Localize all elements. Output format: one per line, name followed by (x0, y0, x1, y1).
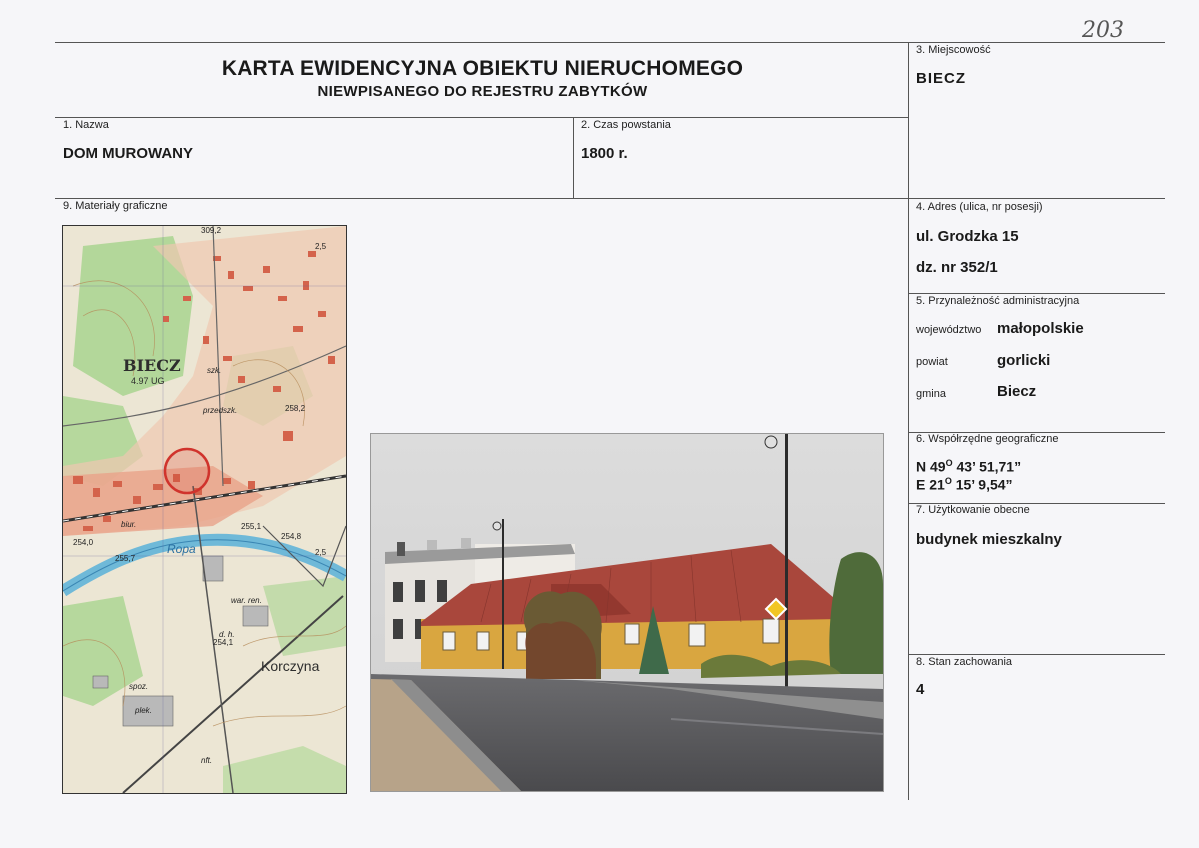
photo-graphic (371, 434, 883, 791)
admin-key-wojewodztwo: województwo (916, 324, 982, 336)
building-photo (370, 433, 884, 792)
address-street: ul. Grodzka 15 (916, 228, 1019, 245)
map-label-elevation: 255,7 (115, 554, 136, 563)
map-label-elevation: 258,2 (285, 404, 306, 413)
coordinate-east: E 21O 15’ 9,54” (916, 476, 1013, 493)
admin-key-gmina: gmina (916, 388, 946, 400)
field-label-miejscowosc: 3. Miejscowość (916, 44, 991, 56)
map-label-dh: d. h. (219, 630, 235, 639)
address-parcel: dz. nr 352/1 (916, 259, 998, 276)
map-graphic (63, 226, 346, 793)
field-value-uzytkowanie: budynek mieszkalny (916, 531, 1062, 548)
admin-value-gmina: Biecz (997, 383, 1037, 400)
map-label-war-ren: war. ren. (231, 596, 262, 605)
field-label-czas: 2. Czas powstania (581, 119, 671, 131)
map-label-plek: plek. (135, 706, 152, 715)
topographic-map: BIECZ 4.97 UG Korczyna Ropa 309,2 255,7 … (62, 225, 347, 794)
field-value-stan: 4 (916, 681, 925, 698)
card-subtitle: NIEWPISANEGO DO REJESTRU ZABYTKÓW (317, 83, 648, 100)
map-label-elevation: 255,1 (241, 522, 262, 531)
divider (908, 293, 1165, 294)
map-label-village: Korczyna (261, 658, 320, 674)
map-label-elevation: 254,1 (213, 638, 234, 647)
divider (55, 117, 908, 118)
map-label-school: szk. (207, 366, 222, 375)
field-label-stan: 8. Stan zachowania (916, 656, 1013, 668)
map-label-elevation: 2,5 (315, 242, 327, 251)
field-label-materialy: 9. Materiały graficzne (63, 200, 168, 212)
page-number: 203 (1082, 18, 1124, 43)
record-card: 203 KARTA EWIDENCYJNA OBIEKTU NIERUCHOME… (0, 0, 1199, 848)
admin-key-powiat: powiat (916, 356, 948, 368)
divider (908, 42, 909, 800)
field-value-miejscowosc: BIECZ (916, 70, 966, 87)
map-label-office: biur. (121, 520, 137, 529)
field-label-wspolrzedne: 6. Współrzędne geograficzne (916, 433, 1059, 445)
map-label-elevation: 254,8 (281, 532, 302, 541)
map-label-elevation: 2,5 (315, 548, 327, 557)
map-label-elevation: 309,2 (201, 226, 222, 235)
field-label-admin: 5. Przynależność administracyjna (916, 295, 1080, 307)
field-label-uzytkowanie: 7. Użytkowanie obecne (916, 504, 1030, 516)
divider (55, 198, 1165, 199)
field-value-czas: 1800 r. (581, 145, 628, 162)
field-value-nazwa: DOM MUROWANY (63, 145, 193, 162)
coordinate-north: N 49O 43’ 51,71” (916, 458, 1022, 475)
map-label-town: BIECZ (123, 356, 181, 375)
divider (908, 654, 1165, 655)
map-label-town-sub: 4.97 UG (131, 376, 165, 386)
admin-value-wojewodztwo: małopolskie (997, 320, 1084, 337)
map-label-oil: nft. (201, 756, 213, 765)
divider (55, 42, 1165, 43)
map-label-river: Ropa (167, 542, 196, 556)
field-label-nazwa: 1. Nazwa (63, 119, 109, 131)
divider (573, 117, 574, 198)
card-title: KARTA EWIDENCYJNA OBIEKTU NIERUCHOMEGO (221, 57, 744, 80)
field-label-adres: 4. Adres (ulica, nr posesji) (916, 201, 1043, 213)
map-label-spoz: spoz. (129, 682, 149, 691)
admin-value-powiat: gorlicki (997, 352, 1051, 369)
map-label-elevation: 254,0 (73, 538, 94, 547)
map-label-school: przedszk. (203, 406, 238, 415)
